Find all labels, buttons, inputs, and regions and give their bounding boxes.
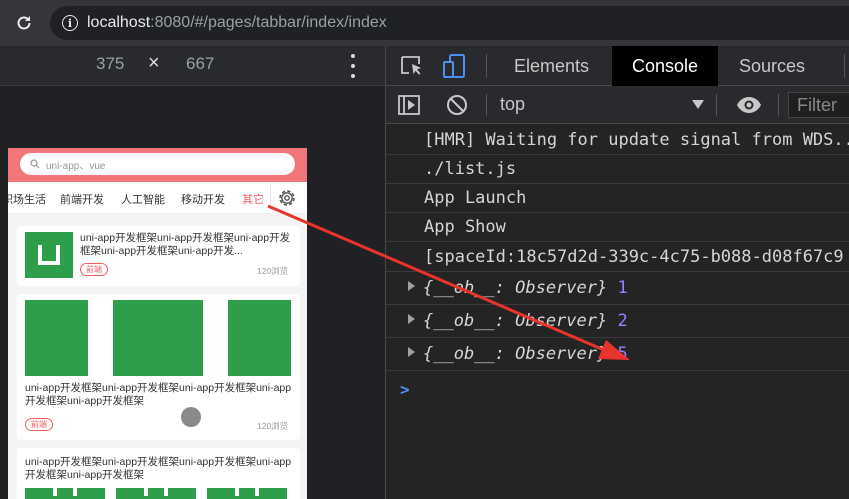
console-message: App Show (386, 213, 849, 242)
object-value: 2 (617, 311, 628, 331)
console-toolbar: top Filter (386, 86, 849, 124)
console-prompt[interactable]: > (400, 380, 410, 399)
more-options-icon[interactable] (348, 54, 358, 78)
object-value: 1 (617, 278, 628, 298)
article-card[interactable]: uni-app开发框架uni-app开发框架uni-app开发框架uni-app… (17, 226, 300, 286)
gear-icon[interactable] (276, 187, 298, 209)
dimension-separator: × (148, 52, 160, 74)
info-icon[interactable]: i (62, 15, 78, 31)
reload-button[interactable] (0, 0, 48, 46)
phone-header: uni-app、vue (8, 148, 307, 182)
object-value: 5 (617, 344, 628, 364)
console-object[interactable]: {__ob__: Observer} 2 (386, 305, 849, 338)
tab-career-life[interactable]: 职场生活 (8, 191, 46, 207)
search-bar[interactable]: uni-app、vue (20, 153, 295, 175)
device-toolbar-icon[interactable] (441, 52, 469, 80)
separator (486, 54, 487, 78)
clear-console-icon[interactable] (444, 92, 470, 118)
touch-cursor (181, 407, 201, 427)
article-image (25, 300, 88, 376)
console-message: App Launch (386, 184, 849, 213)
phone-screen: uni-app、vue 职场生活 前端开发 人工智能 移动开发 其它 uni-a… (8, 148, 307, 499)
url-host: localhost (87, 14, 151, 31)
context-selector[interactable]: top (500, 94, 525, 115)
tab-mobile[interactable]: 移动开发 (181, 191, 225, 207)
article-title: uni-app开发框架uni-app开发框架uni-app开发框架uni-app… (25, 456, 292, 481)
sidebar-toggle-icon[interactable] (396, 92, 422, 118)
console-object[interactable]: {__ob__: Observer} 1 (386, 272, 849, 305)
device-width-input[interactable]: 375 (96, 54, 124, 74)
filter-input[interactable]: Filter (788, 92, 849, 118)
search-icon (30, 159, 40, 169)
article-image (25, 488, 105, 499)
device-toolbar: 375 × 667 (0, 46, 385, 86)
article-image (228, 300, 291, 376)
tab-sources[interactable]: Sources (721, 46, 823, 86)
article-image (116, 488, 196, 499)
object-preview: {__ob__: Observer} (423, 311, 608, 331)
separator (778, 94, 779, 116)
tab-other[interactable]: 其它 (242, 191, 264, 207)
view-count: 120浏览 (257, 421, 289, 431)
article-card[interactable]: uni-app开发框架uni-app开发框架uni-app开发框架uni-app… (17, 448, 300, 499)
console-message: [HMR] Waiting for update signal from WDS… (386, 125, 849, 155)
tab-divider (270, 186, 271, 210)
devtools-tabbar: Elements Console Sources (386, 46, 849, 86)
expand-triangle-icon[interactable] (408, 347, 415, 357)
article-card[interactable]: uni-app开发框架uni-app开发框架uni-app开发框架uni-app… (17, 294, 300, 440)
object-preview: {__ob__: Observer} (423, 278, 608, 298)
article-image (113, 300, 203, 376)
screen: i localhost:8080/#/pages/tabbar/index/in… (0, 0, 849, 499)
console-message: [spaceId:18c57d2d-339c-4c75-b088-d08f67c… (386, 242, 849, 272)
view-count: 120浏览 (257, 266, 289, 276)
inspect-element-icon[interactable] (398, 52, 426, 80)
search-placeholder: uni-app、vue (46, 160, 106, 172)
article-title: uni-app开发框架uni-app开发框架uni-app开发框架uni-app… (25, 382, 292, 407)
expand-triangle-icon[interactable] (408, 314, 415, 324)
devtools-panel: Elements Console Sources top Filter [HMR… (385, 46, 849, 499)
separator (486, 94, 487, 116)
url-field[interactable]: i localhost:8080/#/pages/tabbar/index/in… (50, 6, 849, 40)
console-output: [HMR] Waiting for update signal from WDS… (386, 125, 849, 499)
separator (844, 54, 845, 78)
eye-icon[interactable] (734, 92, 764, 118)
console-object[interactable]: {__ob__: Observer} 5 (386, 338, 849, 371)
separator (716, 94, 717, 116)
tab-frontend[interactable]: 前端开发 (60, 191, 104, 207)
article-tag: 前端 (25, 418, 53, 431)
url-path: :8080/#/pages/tabbar/index/index (150, 14, 387, 31)
tab-elements[interactable]: Elements (496, 46, 607, 86)
device-height-input[interactable]: 667 (186, 54, 214, 74)
article-image (207, 488, 287, 499)
tab-ai[interactable]: 人工智能 (121, 191, 165, 207)
console-message: ./list.js (386, 155, 849, 184)
category-tabs: 职场生活 前端开发 人工智能 移动开发 其它 (8, 182, 307, 214)
article-tag: 前端 (80, 263, 108, 276)
article-title: uni-app开发框架uni-app开发框架uni-app开发框架uni-app… (80, 232, 291, 257)
uniapp-logo (25, 232, 73, 278)
reload-icon (17, 16, 31, 30)
address-bar: i localhost:8080/#/pages/tabbar/index/in… (0, 0, 849, 46)
object-preview: {__ob__: Observer} (423, 344, 608, 364)
chevron-down-icon[interactable] (692, 100, 704, 109)
tab-console[interactable]: Console (612, 46, 718, 86)
expand-triangle-icon[interactable] (408, 281, 415, 291)
